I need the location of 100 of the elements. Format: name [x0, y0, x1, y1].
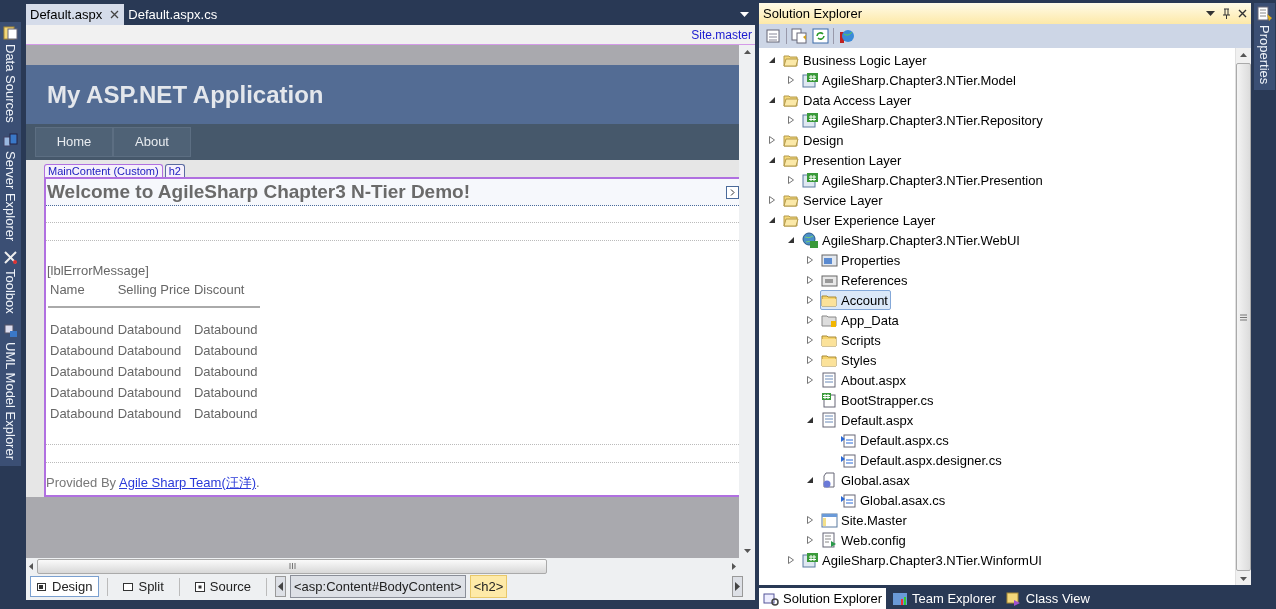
collapse-arrow-icon[interactable] — [807, 476, 814, 484]
tool-window-tab[interactable]: Data Sources — [0, 22, 21, 129]
view-tab[interactable]: Source — [187, 576, 258, 597]
menu-item[interactable]: Home — [35, 127, 113, 157]
document-tab[interactable]: Default.aspx — [26, 4, 125, 25]
scroll-up-icon[interactable] — [1240, 53, 1247, 57]
dropdown-icon[interactable] — [740, 12, 749, 17]
expand-arrow-icon[interactable] — [769, 136, 776, 144]
tree-item[interactable]: User Experience Layer — [782, 210, 939, 230]
column-header: Name — [48, 279, 116, 307]
expand-arrow-icon[interactable] — [788, 116, 795, 124]
tree-item[interactable]: AgileSharp.Chapter3.NTier.Repository — [801, 110, 1046, 130]
page-icon — [821, 412, 838, 428]
dropdown-icon[interactable] — [1206, 11, 1215, 16]
collapse-arrow-icon[interactable] — [769, 56, 776, 64]
expand-arrow-icon[interactable] — [807, 356, 814, 364]
column-header: Discount — [191, 279, 260, 307]
tree-item[interactable]: AgileSharp.Chapter3.NTier.WebUI — [801, 230, 1023, 250]
tree-item[interactable]: Default.aspx — [820, 410, 917, 430]
smart-tag-chevron-icon[interactable] — [726, 185, 739, 199]
tree-item[interactable]: Default.aspx.designer.cs — [839, 450, 1005, 470]
tree-item[interactable]: Default.aspx.cs — [839, 430, 952, 450]
expand-arrow-icon[interactable] — [807, 376, 814, 384]
expand-arrow-icon[interactable] — [807, 336, 814, 344]
scroll-left-icon[interactable] — [29, 562, 33, 570]
tag-breadcrumb[interactable]: <asp:Content#BodyContent> — [289, 575, 466, 598]
tree-item[interactable]: Scripts — [820, 330, 884, 350]
tree-item[interactable]: Data Access Layer — [782, 90, 915, 110]
scroll-right-icon[interactable] — [732, 562, 736, 570]
expand-arrow-icon[interactable] — [807, 536, 814, 544]
expand-arrow-icon[interactable] — [788, 556, 795, 564]
expand-arrow-icon[interactable] — [769, 196, 776, 204]
tool-window-tab[interactable]: Server Explorer — [0, 128, 21, 248]
tree-item[interactable]: Presention Layer — [782, 150, 905, 170]
tree-item[interactable]: Styles — [820, 350, 880, 370]
close-icon[interactable] — [1238, 9, 1247, 18]
tree-item[interactable]: Properties — [820, 250, 904, 270]
collapse-arrow-icon[interactable] — [769, 96, 776, 104]
panel-tab[interactable]: Class View — [1001, 588, 1094, 609]
collapse-arrow-icon[interactable] — [769, 156, 776, 164]
tree-item[interactable]: BootStrapper.cs — [820, 390, 937, 410]
right-arrow-icon — [735, 582, 740, 591]
tree-item[interactable]: References — [820, 270, 911, 290]
panel-tab[interactable]: Team Explorer — [888, 588, 1000, 609]
references-icon — [821, 272, 838, 288]
collapse-arrow-icon[interactable] — [769, 216, 776, 224]
tree-item[interactable]: Design — [782, 130, 847, 150]
expand-arrow-icon[interactable] — [807, 516, 814, 524]
code-file-icon — [840, 432, 857, 448]
class-diagram-icon[interactable] — [838, 28, 855, 44]
grip-icon — [288, 563, 296, 569]
solution-explorer-icon — [763, 590, 779, 607]
tree-item[interactable]: Site.Master — [820, 510, 910, 530]
content-placeholder-tag[interactable]: MainContent (Custom) — [44, 164, 163, 177]
view-tab[interactable]: Design — [30, 576, 100, 597]
panel-tab[interactable]: Solution Explorer — [759, 588, 886, 609]
tool-window-tab[interactable]: UML Model Explorer — [0, 319, 21, 466]
refresh-icon[interactable] — [812, 28, 829, 44]
scroll-down-icon[interactable] — [1240, 577, 1247, 581]
expand-arrow-icon[interactable] — [807, 316, 814, 324]
expand-arrow-icon[interactable] — [788, 176, 795, 184]
tool-window-tab[interactable]: Properties — [1254, 3, 1275, 91]
horizontal-scrollbar[interactable] — [26, 558, 739, 574]
close-icon[interactable] — [110, 10, 120, 19]
expand-arrow-icon[interactable] — [807, 296, 814, 304]
view-tab[interactable]: Split — [116, 576, 171, 597]
master-page-link[interactable]: Site.master — [691, 27, 755, 42]
tree-item[interactable]: AgileSharp.Chapter3.NTier.Presention — [801, 170, 1046, 190]
previous-tag-button[interactable] — [274, 576, 286, 597]
tree-item[interactable]: Service Layer — [782, 190, 886, 210]
tree-item[interactable]: Web.config — [820, 530, 909, 550]
menu-item[interactable]: About — [113, 127, 191, 157]
pin-icon[interactable] — [1223, 8, 1230, 19]
copy-document-icon[interactable] — [791, 28, 808, 44]
folder-icon — [783, 132, 800, 148]
document-tab[interactable]: Default.aspx.cs — [124, 4, 223, 25]
tree-item[interactable]: About.aspx — [820, 370, 910, 390]
tree-item[interactable]: Global.asax — [820, 470, 913, 490]
collapse-arrow-icon[interactable] — [788, 236, 795, 244]
expand-arrow-icon[interactable] — [807, 256, 814, 264]
tree-item[interactable]: Global.asax.cs — [839, 490, 949, 510]
diagram-icon — [3, 322, 18, 338]
table-cell-text: Databound — [116, 405, 183, 423]
tool-window-tab[interactable]: Toolbox — [0, 247, 21, 320]
expand-arrow-icon[interactable] — [788, 76, 795, 84]
tag-breadcrumb[interactable]: <h2> — [469, 575, 508, 598]
tree-item[interactable]: Business Logic Layer — [782, 50, 930, 70]
tree-item[interactable]: AgileSharp.Chapter3.NTier.Model — [801, 70, 1019, 90]
tree-item[interactable]: Account — [820, 290, 891, 310]
expand-arrow-icon[interactable] — [807, 276, 814, 284]
left-arrow-icon — [277, 582, 283, 591]
tree-item[interactable]: App_Data — [820, 310, 902, 330]
next-tag-button[interactable] — [732, 576, 743, 597]
scroll-down-icon[interactable] — [743, 549, 751, 553]
tree-item[interactable]: AgileSharp.Chapter3.NTier.WinformUI — [801, 550, 1045, 570]
collapse-arrow-icon[interactable] — [807, 416, 814, 424]
scroll-up-icon[interactable] — [743, 50, 751, 54]
show-all-files-icon[interactable] — [765, 28, 782, 44]
table-cell-text: Databound — [49, 405, 115, 423]
scroll-thumb[interactable] — [37, 558, 547, 574]
